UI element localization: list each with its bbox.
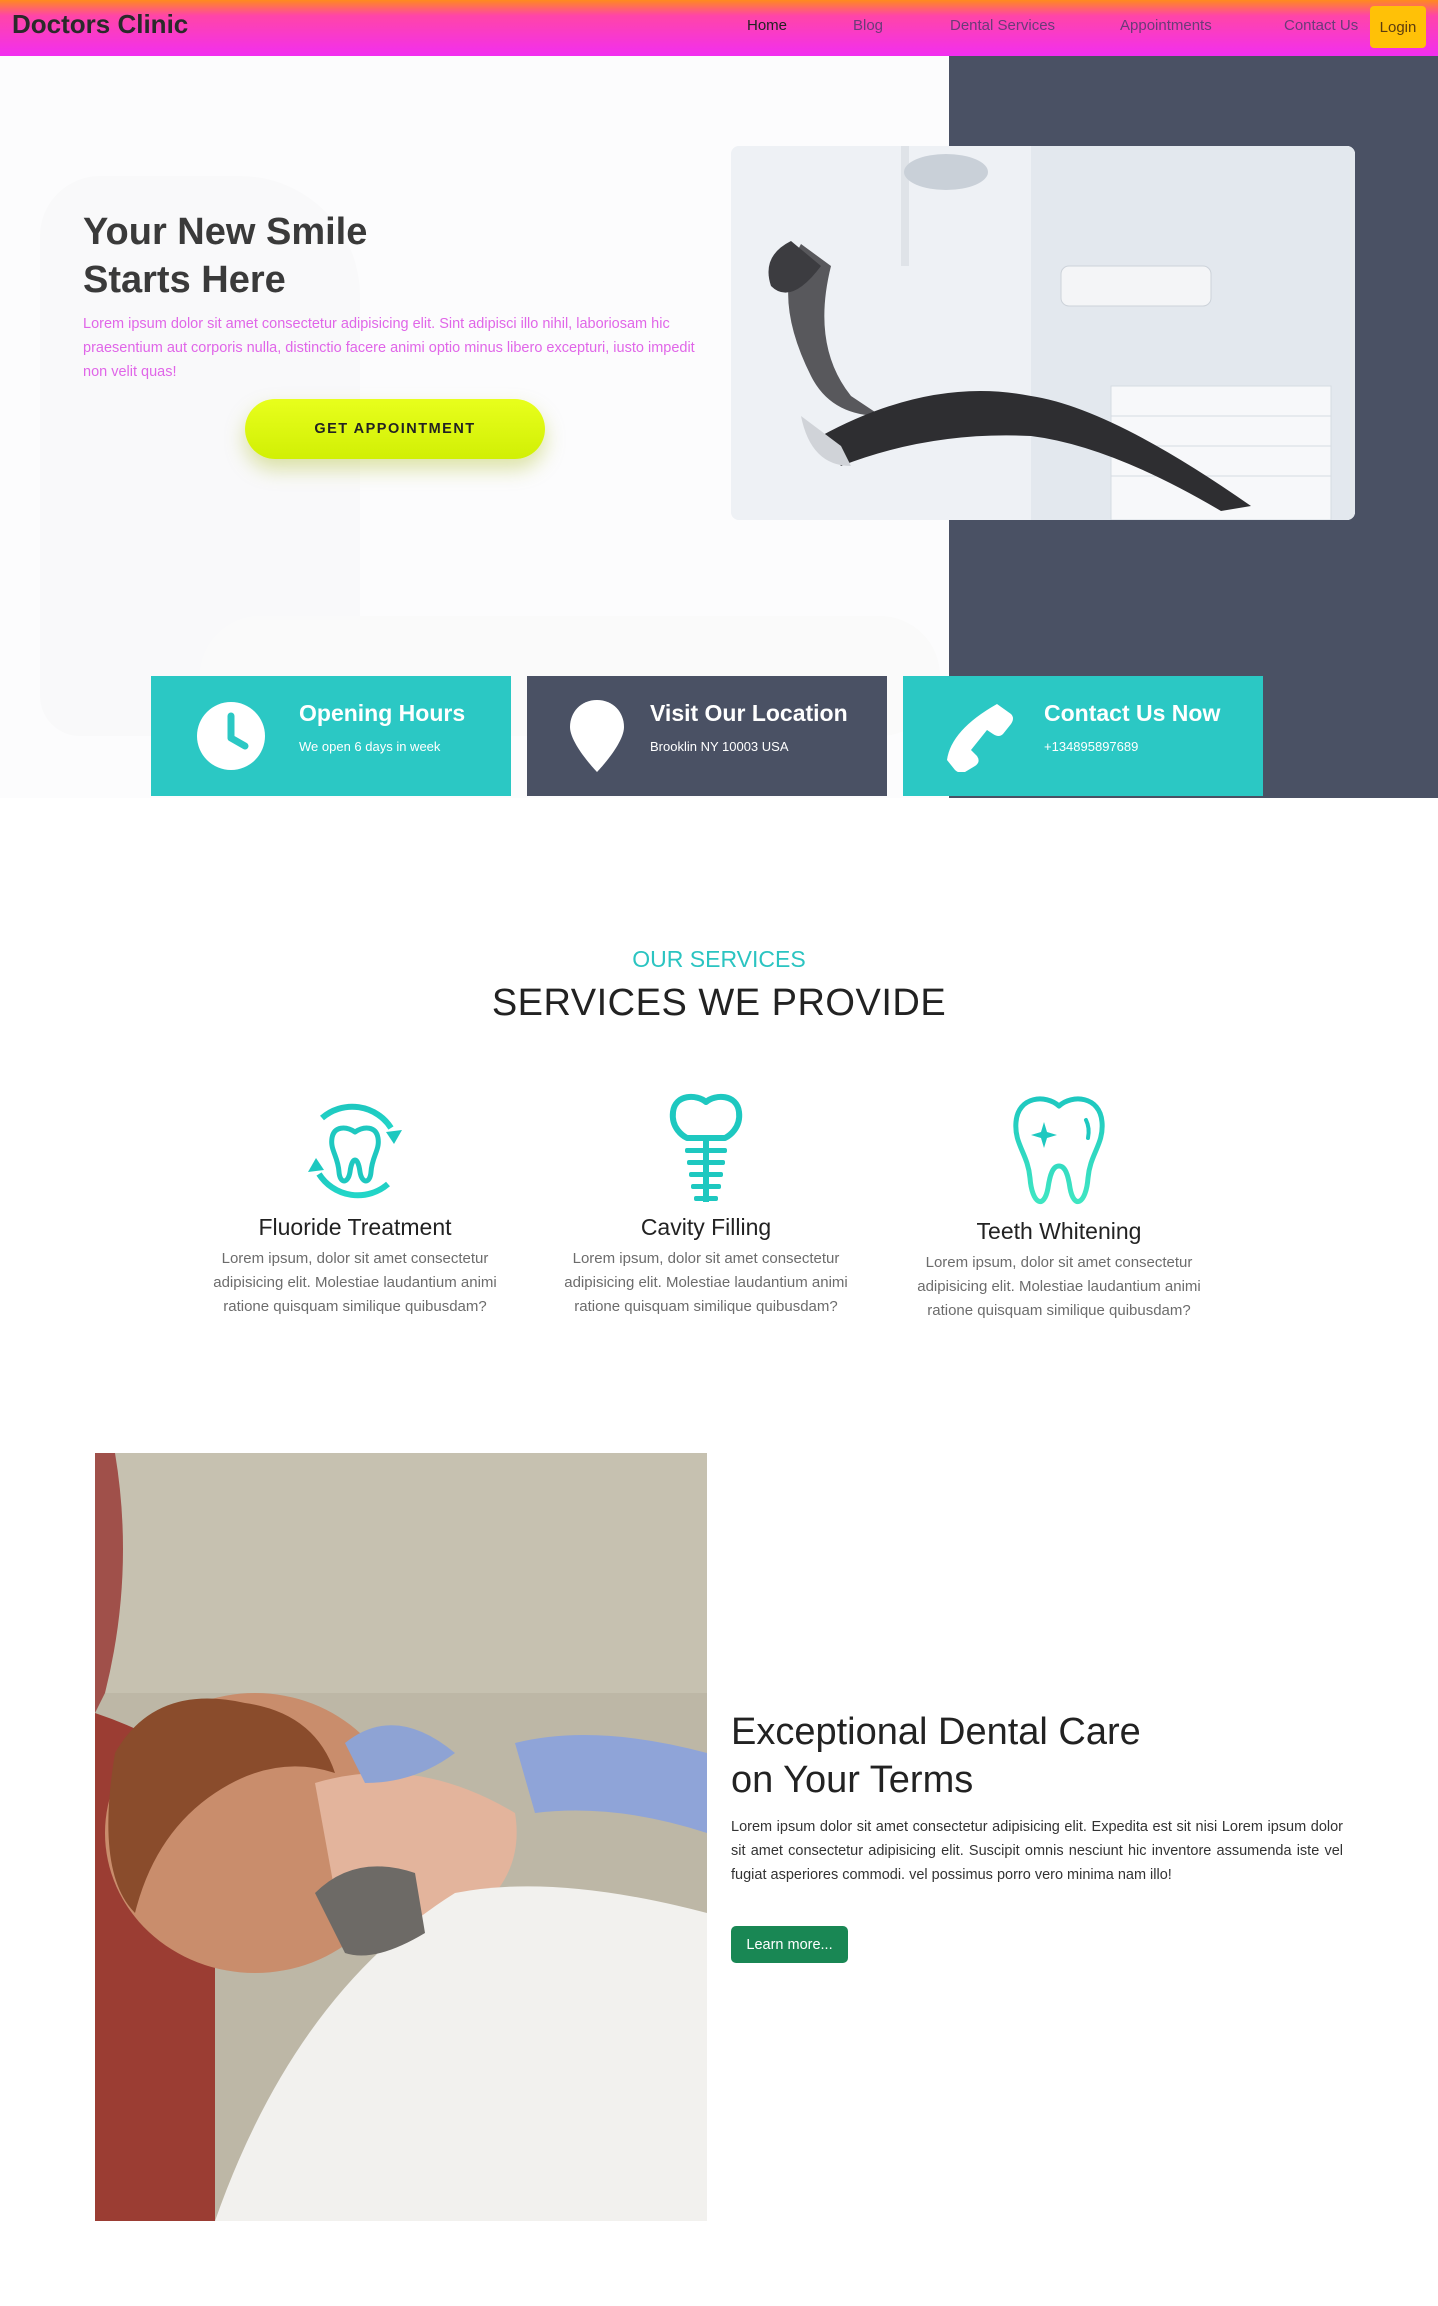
about-title: Exceptional Dental Care on Your Terms: [731, 1711, 1141, 1801]
card-text: We open 6 days in week: [299, 739, 441, 754]
service-cavity-filling[interactable]: Cavity Filling Lorem ipsum, dolor sit am…: [546, 1092, 866, 1319]
service-text: Lorem ipsum, dolor sit amet consectetur …: [917, 1254, 1201, 1319]
clock-icon: [197, 702, 265, 770]
brand-logo[interactable]: Doctors Clinic: [12, 9, 188, 40]
card-text: Brooklin NY 10003 USA: [650, 739, 789, 754]
service-title: Fluoride Treatment: [258, 1214, 452, 1240]
phone-icon: [947, 704, 1013, 772]
tooth-refresh-icon: [308, 1103, 402, 1199]
card-contact[interactable]: Contact Us Now +134895897689: [903, 676, 1263, 796]
top-navbar: Doctors Clinic Home Blog Dental Services…: [0, 0, 1438, 56]
about-description: Lorem ipsum dolor sit amet consectetur a…: [731, 1819, 1343, 1883]
services-heading: SERVICES WE PROVIDE: [491, 982, 947, 1024]
card-title: Contact Us Now: [1044, 700, 1221, 726]
nav-link-blog[interactable]: Blog: [853, 17, 883, 34]
nav-link-contact-us[interactable]: Contact Us: [1284, 17, 1358, 34]
service-teeth-whitening[interactable]: Teeth Whitening Lorem ipsum, dolor sit a…: [899, 1092, 1219, 1323]
location-pin-icon: [570, 700, 624, 772]
service-title: Teeth Whitening: [976, 1218, 1142, 1244]
services-eyebrow: OUR SERVICES: [632, 946, 806, 972]
card-opening-hours[interactable]: Opening Hours We open 6 days in week: [151, 676, 511, 796]
learn-more-button[interactable]: Learn more...: [731, 1926, 848, 1963]
dentist-patient-photo: [95, 1453, 707, 2221]
dental-chair-photo: [731, 146, 1355, 520]
service-text: Lorem ipsum, dolor sit amet consectetur …: [564, 1250, 848, 1315]
dental-implant-icon: [669, 1093, 743, 1202]
service-fluoride[interactable]: Fluoride Treatment Lorem ipsum, dolor si…: [195, 1092, 515, 1319]
card-title: Visit Our Location: [650, 700, 848, 726]
get-appointment-button[interactable]: GET APPOINTMENT: [245, 399, 545, 459]
nav-link-dental-services[interactable]: Dental Services: [950, 17, 1055, 34]
tooth-sparkle-icon: [1013, 1096, 1105, 1204]
card-title: Opening Hours: [299, 700, 466, 726]
nav-link-appointments[interactable]: Appointments: [1120, 17, 1212, 34]
login-button[interactable]: Login: [1370, 6, 1426, 48]
hero-title: Your New Smile Starts Here: [83, 211, 368, 301]
nav-link-home[interactable]: Home: [747, 17, 787, 34]
service-title: Cavity Filling: [640, 1214, 772, 1240]
service-text: Lorem ipsum, dolor sit amet consectetur …: [213, 1250, 497, 1315]
card-text: +134895897689: [1044, 739, 1139, 754]
card-location[interactable]: Visit Our Location Brooklin NY 10003 USA: [527, 676, 887, 796]
hero-description: Lorem ipsum dolor sit amet consectetur a…: [83, 316, 695, 380]
